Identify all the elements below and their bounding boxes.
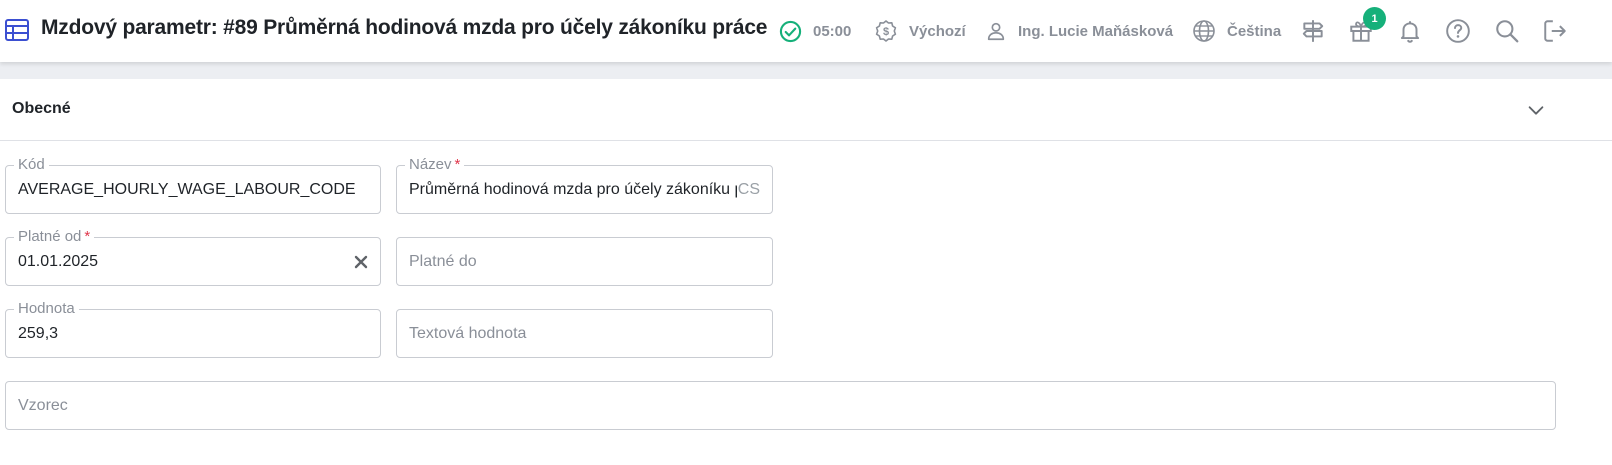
user-name: Ing. Lucie Maňásková bbox=[1018, 22, 1174, 40]
formula-placeholder: Vzorec bbox=[18, 397, 68, 414]
chevron-down-icon[interactable] bbox=[1525, 99, 1547, 121]
valid-from-field[interactable]: Platné od * 01.01.2025 bbox=[5, 228, 381, 286]
signpost-button[interactable] bbox=[1299, 17, 1327, 45]
name-field[interactable]: Název * Průměrná hodinová mzda pro účely … bbox=[396, 156, 773, 214]
required-marker: * bbox=[84, 228, 91, 245]
table-icon bbox=[5, 19, 29, 41]
text-value-placeholder: Textová hodnota bbox=[409, 325, 527, 342]
value-field[interactable]: Hodnota 259,3 bbox=[5, 300, 381, 358]
session-timer[interactable]: 05:00 bbox=[779, 18, 851, 44]
signpost-icon bbox=[1302, 20, 1324, 42]
required-marker: * bbox=[454, 156, 461, 173]
check-circle-icon bbox=[779, 20, 802, 42]
name-label: Název * bbox=[405, 156, 465, 174]
code-label: Kód bbox=[14, 156, 49, 174]
section-general-header[interactable]: Obecné bbox=[0, 79, 1612, 141]
code-field[interactable]: Kód AVERAGE_HOURLY_WAGE_LABOUR_CODE bbox=[5, 156, 381, 214]
currency-label: Výchozí bbox=[909, 22, 966, 40]
formula-field[interactable]: Vzorec bbox=[5, 381, 1556, 430]
section-title: Obecné bbox=[12, 100, 71, 117]
valid-to-field[interactable]: Platné do bbox=[396, 237, 773, 286]
top-bar: Mzdový parametr: #89 Průměrná hodinová m… bbox=[0, 0, 1612, 62]
dollar-badge-icon: $ bbox=[875, 20, 897, 42]
currency-selector[interactable]: $ Výchozí bbox=[874, 18, 966, 44]
valid-to-placeholder: Platné do bbox=[409, 253, 477, 270]
toolbar-strip bbox=[0, 62, 1612, 79]
code-value: AVERAGE_HOURLY_WAGE_LABOUR_CODE bbox=[18, 181, 356, 198]
session-time: 05:00 bbox=[813, 22, 852, 40]
user-icon bbox=[987, 22, 1005, 41]
globe-icon bbox=[1193, 20, 1215, 42]
value-label: Hodnota bbox=[14, 300, 79, 318]
search-icon bbox=[1496, 20, 1519, 43]
name-value: Průměrná hodinová mzda pro účely zákoník… bbox=[409, 181, 737, 198]
valid-from-label: Platné od * bbox=[14, 228, 95, 246]
bell-icon bbox=[1400, 21, 1420, 43]
help-circle-icon bbox=[1446, 19, 1470, 43]
valid-from-value: 01.01.2025 bbox=[18, 253, 99, 270]
gift-count-badge: 1 bbox=[1363, 7, 1386, 30]
clear-icon[interactable] bbox=[352, 253, 370, 271]
logout-icon bbox=[1544, 20, 1566, 42]
text-value-field[interactable]: Textová hodnota bbox=[396, 309, 773, 358]
logout-button[interactable] bbox=[1541, 17, 1569, 45]
page-title: Mzdový parametr: #89 Průměrná hodinová m… bbox=[41, 16, 768, 39]
language-label: Čeština bbox=[1227, 22, 1282, 40]
search-button[interactable] bbox=[1493, 17, 1521, 45]
user-menu[interactable]: Ing. Lucie Maňásková bbox=[985, 18, 1173, 44]
language-suffix[interactable]: CS bbox=[737, 181, 760, 199]
notifications-button[interactable] bbox=[1396, 17, 1424, 45]
language-selector[interactable]: Čeština bbox=[1192, 18, 1281, 44]
svg-text:$: $ bbox=[883, 26, 889, 38]
help-button[interactable] bbox=[1444, 17, 1472, 45]
value-value: 259,3 bbox=[18, 325, 59, 342]
